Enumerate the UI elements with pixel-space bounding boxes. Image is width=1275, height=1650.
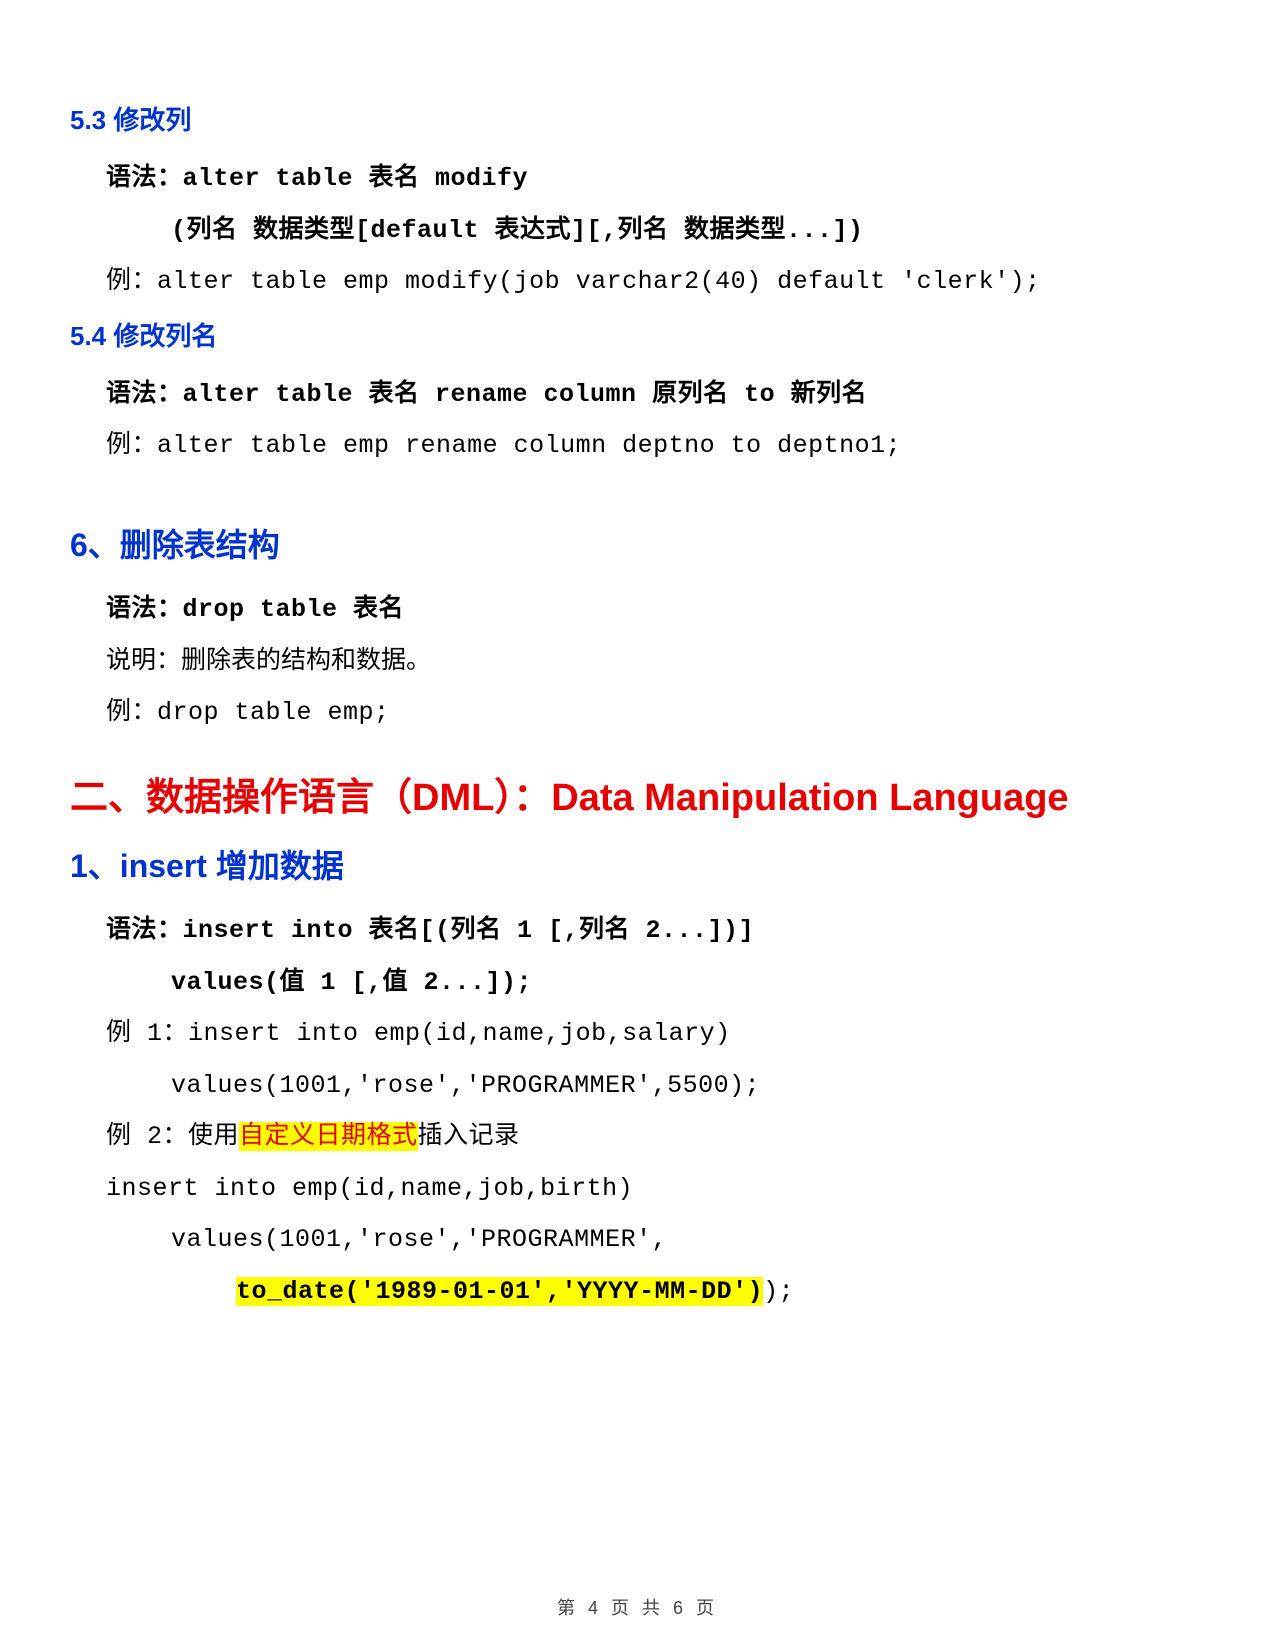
example-code: insert into emp(id,name,job,salary) [188,1019,731,1048]
section-5-3-syntax-line2: (列名 数据类型[default 表达式][,列名 数据类型...]) [106,207,1205,255]
section-1-example2-header: 例 2：使用自定义日期格式插入记录 [106,1113,1205,1161]
section-5-3-example: 例：alter table emp modify(job varchar2(40… [106,258,1205,306]
section-5-4-syntax: 语法：alter table 表名 rename column 原列名 to 新… [106,371,1205,419]
example-label: 例： [106,267,157,296]
section-1-syntax-line1: 语法：insert into 表名[(列名 1 [,列名 2...])] [106,907,1205,955]
example-code: alter table emp rename column deptno to … [157,431,901,460]
section-1-syntax-line2: values(值 1 [,值 2...]); [106,959,1205,1007]
section-6-note: 说明：删除表的结构和数据。 [106,637,1205,685]
section-1-example2-line1: insert into emp(id,name,job,birth) [106,1165,1205,1213]
example-code-suffix: ); [763,1277,794,1306]
highlight-to-date: to_date('1989-01-01','YYYY-MM-DD') [236,1277,763,1306]
highlight-custom-date-format: 自定义日期格式 [239,1122,418,1151]
example-code: alter table emp modify(job varchar2(40) … [157,267,1041,296]
example-label: 例 1： [106,1019,188,1048]
section-1-title: 1、insert 增加数据 [70,841,1205,887]
page-footer: 第 4 页 共 6 页 [0,1594,1275,1620]
section-1-example1-line1: 例 1：insert into emp(id,name,job,salary) [106,1010,1205,1058]
section-1-example2-line2: values(1001,'rose','PROGRAMMER', [106,1216,1205,1264]
section-6-title: 6、删除表结构 [70,520,1205,566]
section-5-3-title: 5.3 修改列 [70,100,1205,137]
example-label: 例： [106,698,157,727]
example-label: 例： [106,431,157,460]
chapter-2-title: 二、数据操作语言（DML）：Data Manipulation Language [70,766,1205,821]
section-5-4-example: 例：alter table emp rename column deptno t… [106,422,1205,470]
example-code: drop table emp; [157,698,390,727]
section-6-syntax: 语法：drop table 表名 [106,586,1205,634]
section-6-example: 例：drop table emp; [106,689,1205,737]
section-1-example1-line2: values(1001,'rose','PROGRAMMER',5500); [106,1062,1205,1110]
example-label: 例 2：使用 [106,1122,239,1151]
section-5-3-syntax-line1: 语法：alter table 表名 modify [106,155,1205,203]
example-suffix: 插入记录 [418,1122,520,1151]
section-1-example2-line3: to_date('1989-01-01','YYYY-MM-DD')); [106,1268,1205,1316]
section-5-4-title: 5.4 修改列名 [70,316,1205,353]
